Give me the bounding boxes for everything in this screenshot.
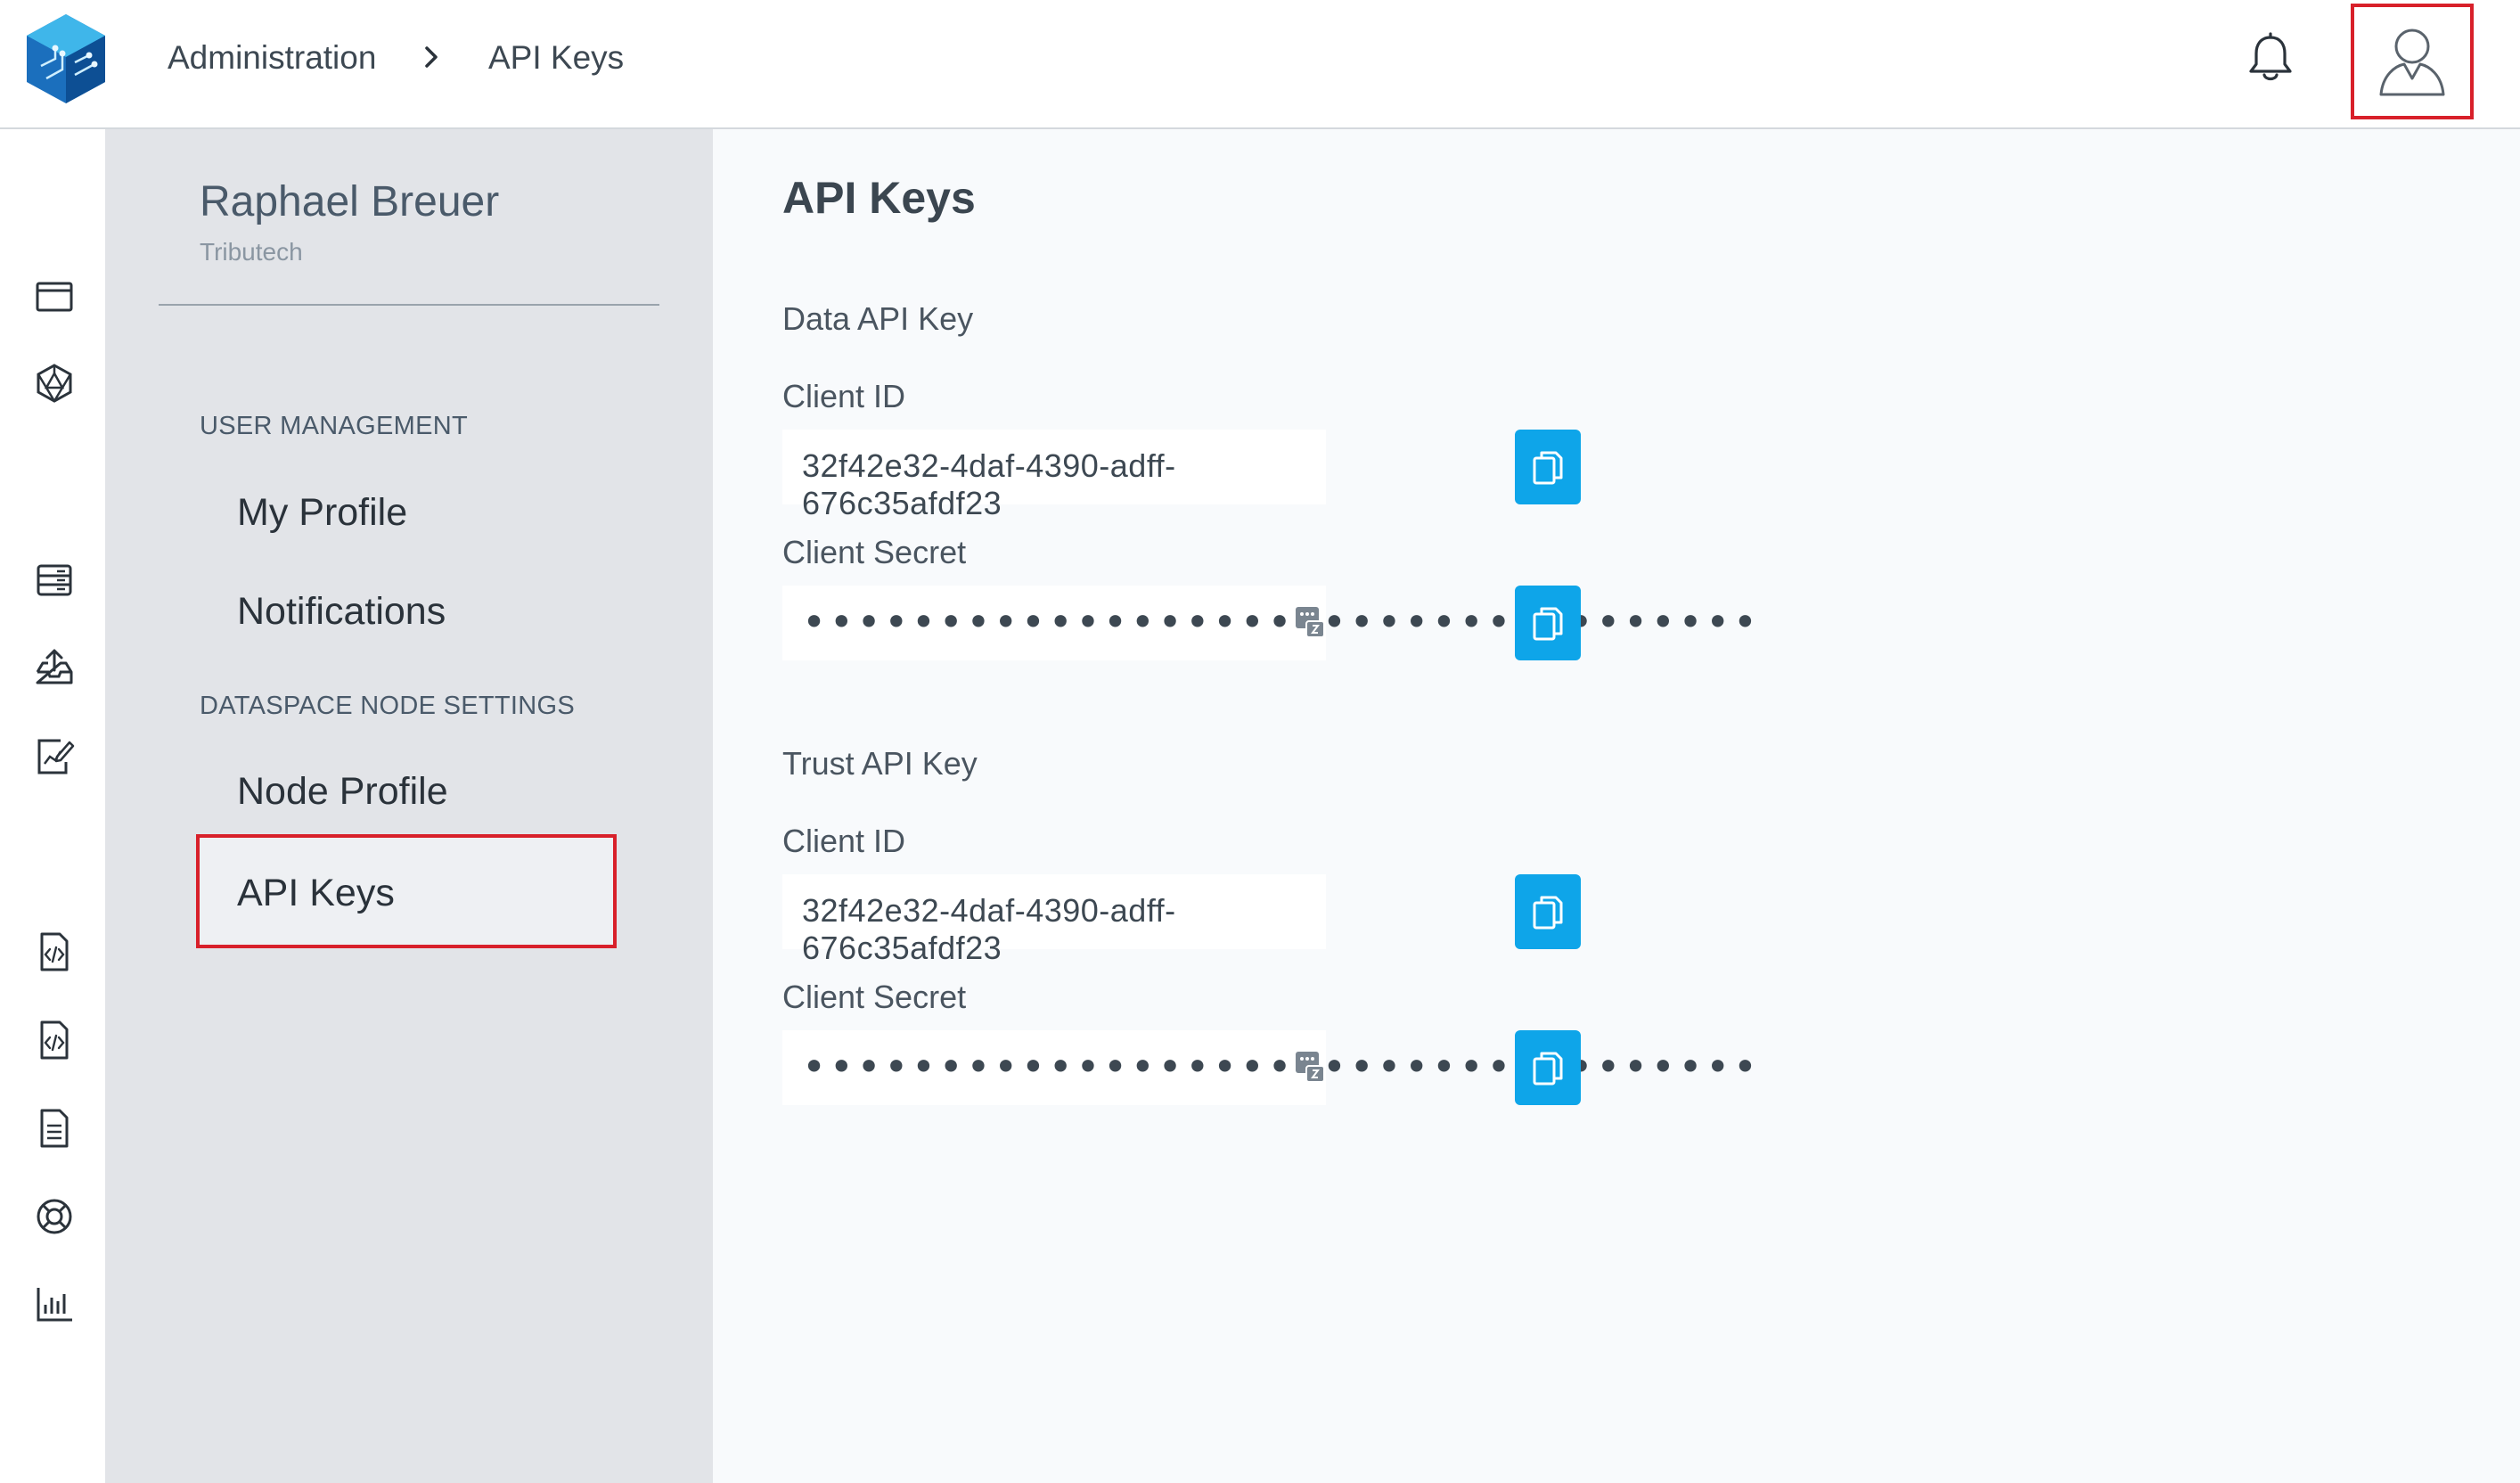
copy-data-client-id-button[interactable] xyxy=(1515,430,1581,504)
user-name: Raphael Breuer xyxy=(200,178,500,225)
sidebar-item-label: API Keys xyxy=(237,872,395,914)
sidebar-item-node-profile[interactable]: Node Profile xyxy=(237,770,448,814)
trust-client-id-label: Client ID xyxy=(782,823,906,859)
chevron-right-icon xyxy=(425,46,438,68)
data-client-secret-field[interactable]: ••••••••••••••••••••••••••••••••••• xyxy=(782,586,1757,660)
breadcrumb-administration[interactable]: Administration xyxy=(168,39,376,77)
upload-tray-icon[interactable] xyxy=(34,647,75,688)
trust-api-key-heading: Trust API Key xyxy=(782,745,978,782)
breadcrumb-current: API Keys xyxy=(488,39,625,76)
server-icon[interactable] xyxy=(34,560,75,601)
trust-client-secret-field[interactable]: ••••••••••••••••••••••••••••••••••• xyxy=(782,1030,1757,1105)
lifebuoy-icon[interactable] xyxy=(34,1196,75,1237)
sidebar-item-my-profile[interactable]: My Profile xyxy=(237,491,407,535)
page-title: API Keys xyxy=(782,173,976,223)
copy-icon xyxy=(1533,896,1563,930)
password-manager-icon[interactable] xyxy=(1294,603,1326,639)
sidebar-item-api-keys[interactable]: API Keys xyxy=(196,834,617,948)
data-client-secret-value: ••••••••••••••••••••••••••••••••••• xyxy=(802,598,1761,646)
trust-client-secret-value: ••••••••••••••••••••••••••••••••••• xyxy=(802,1043,1761,1091)
section-user-management: USER MANAGEMENT xyxy=(200,412,468,440)
main-content: API Keys Data API Key Client ID 32f42e32… xyxy=(713,129,2520,1483)
trust-client-secret-label: Client Secret xyxy=(782,979,967,1015)
bar-chart-icon[interactable] xyxy=(34,1283,75,1324)
data-client-id-field[interactable]: 32f42e32-4daf-4390-adff-676c35afdf23 xyxy=(782,430,1326,521)
user-icon xyxy=(2379,29,2445,96)
edit-chart-icon[interactable] xyxy=(34,735,75,776)
admin-sidebar: Raphael Breuer Tributech USER MANAGEMENT… xyxy=(105,129,713,1483)
trust-client-id-value: 32f42e32-4daf-4390-adff-676c35afdf23 xyxy=(802,892,1176,966)
copy-icon xyxy=(1533,451,1563,485)
sidebar-divider xyxy=(159,304,659,306)
icon-rail xyxy=(0,129,105,1483)
code-file-icon[interactable] xyxy=(34,931,75,972)
copy-icon xyxy=(1533,607,1563,641)
trust-client-id-field[interactable]: 32f42e32-4daf-4390-adff-676c35afdf23 xyxy=(782,874,1326,966)
user-organization: Tributech xyxy=(200,238,303,266)
user-menu-button[interactable] xyxy=(2351,4,2474,119)
top-bar: Administration API Keys xyxy=(0,0,2520,129)
copy-trust-client-secret-button[interactable] xyxy=(1515,1030,1581,1105)
data-client-secret-label: Client Secret xyxy=(782,534,967,570)
section-dataspace-node-settings: DATASPACE NODE SETTINGS xyxy=(200,692,576,720)
code-file-alt-icon[interactable] xyxy=(34,1020,75,1061)
window-icon[interactable] xyxy=(34,276,75,317)
copy-trust-client-id-button[interactable] xyxy=(1515,874,1581,949)
data-client-id-value: 32f42e32-4daf-4390-adff-676c35afdf23 xyxy=(802,447,1176,521)
data-client-id-label: Client ID xyxy=(782,378,906,414)
password-manager-icon[interactable] xyxy=(1294,1048,1326,1084)
network-hex-icon[interactable] xyxy=(34,363,75,404)
bell-icon[interactable] xyxy=(2246,32,2295,84)
document-icon[interactable] xyxy=(34,1108,75,1149)
copy-icon xyxy=(1533,1052,1563,1086)
sidebar-item-notifications[interactable]: Notifications xyxy=(237,590,446,634)
data-api-key-heading: Data API Key xyxy=(782,300,974,337)
copy-data-client-secret-button[interactable] xyxy=(1515,586,1581,660)
app-logo[interactable] xyxy=(23,12,109,105)
